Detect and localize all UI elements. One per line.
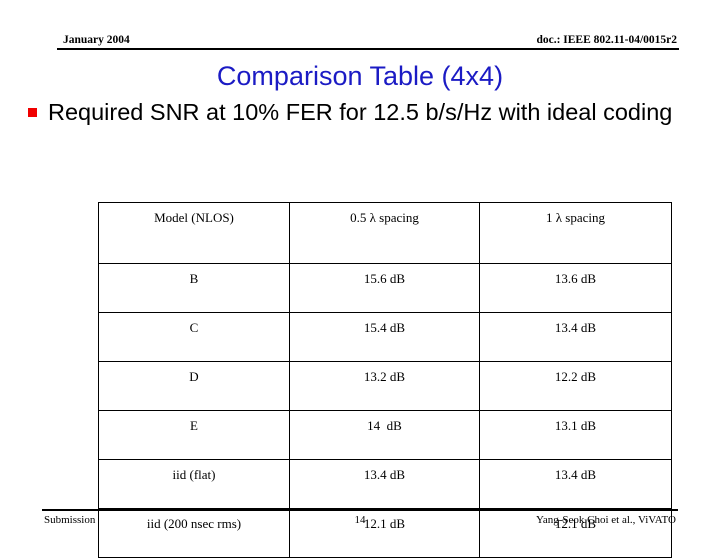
cell-half-lambda: 13.2 dB <box>289 361 480 411</box>
table-row: C 15.4 dB 13.4 dB <box>98 312 672 362</box>
cell-model: E <box>98 410 290 460</box>
slide-title: Comparison Table (4x4) <box>216 61 504 91</box>
table-row: B 15.6 dB 13.6 dB <box>98 263 672 313</box>
header-date: January 2004 <box>63 34 130 46</box>
table-row: iid (flat) 13.4 dB 13.4 dB <box>98 459 672 509</box>
bullet-item-label: Required SNR at 10% FER for 12.5 b/s/Hz … <box>48 99 673 125</box>
slide-body: Required SNR at 10% FER for 12.5 b/s/Hz … <box>28 98 692 126</box>
cell-one-lambda: 13.6 dB <box>479 263 672 313</box>
comparison-table-container: Model (NLOS) 0.5 λ spacing 1 λ spacing B… <box>98 202 672 558</box>
table-header-model: Model (NLOS) <box>98 202 290 264</box>
table-row: D 13.2 dB 12.2 dB <box>98 361 672 411</box>
cell-model: iid (flat) <box>98 459 290 509</box>
slide-footer: Submission 14 Yang-Seok Choi et al., ViV… <box>42 509 678 527</box>
slide-header: January 2004 doc.: IEEE 802.11-04/0015r2 <box>57 30 679 50</box>
cell-one-lambda: 12.2 dB <box>479 361 672 411</box>
comparison-table: Model (NLOS) 0.5 λ spacing 1 λ spacing B… <box>98 202 672 558</box>
footer-author: Yang-Seok Choi et al., ViVATO <box>535 514 676 526</box>
cell-half-lambda: 15.6 dB <box>289 263 480 313</box>
red-square-bullet-icon <box>28 108 37 117</box>
cell-model: B <box>98 263 290 313</box>
cell-one-lambda: 13.1 dB <box>479 410 672 460</box>
bullet-item: Required SNR at 10% FER for 12.5 b/s/Hz … <box>28 98 692 126</box>
cell-model: C <box>98 312 290 362</box>
cell-model: D <box>98 361 290 411</box>
table-header-one-lambda: 1 λ spacing <box>479 202 672 264</box>
cell-one-lambda: 13.4 dB <box>479 312 672 362</box>
cell-half-lambda: 14 dB <box>289 410 480 460</box>
header-document-id: doc.: IEEE 802.11-04/0015r2 <box>536 34 677 46</box>
table-header-half-lambda: 0.5 λ spacing <box>289 202 480 264</box>
cell-one-lambda: 13.4 dB <box>479 459 672 509</box>
cell-half-lambda: 13.4 dB <box>289 459 480 509</box>
cell-half-lambda: 15.4 dB <box>289 312 480 362</box>
table-header-row: Model (NLOS) 0.5 λ spacing 1 λ spacing <box>98 202 672 264</box>
table-row: E 14 dB 13.1 dB <box>98 410 672 460</box>
